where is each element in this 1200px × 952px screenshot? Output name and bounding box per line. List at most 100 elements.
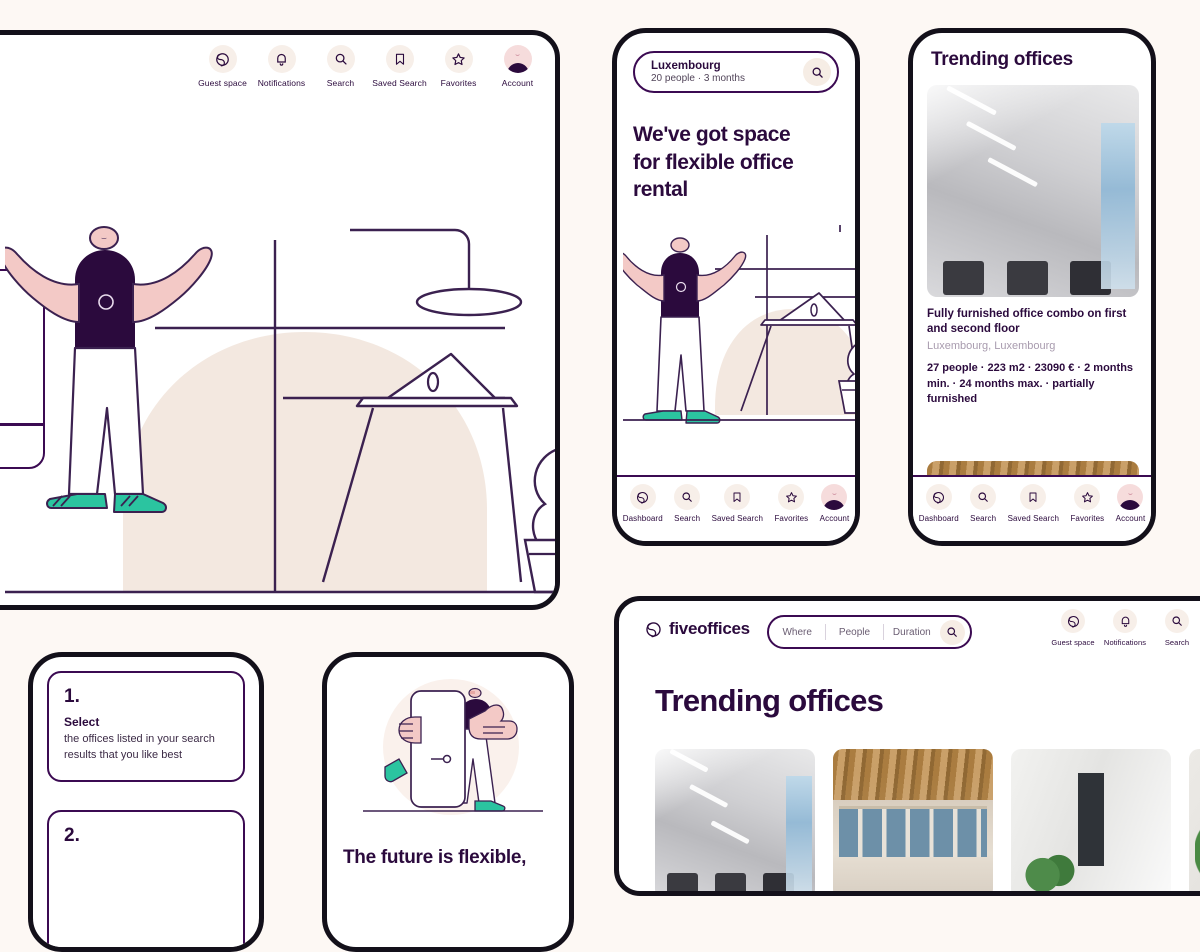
phone-trending-bottom-nav: Dashboard Search Saved Search Favorites [913,475,1151,541]
search-icon[interactable] [803,58,831,86]
nav-label: Guest space [1051,638,1095,647]
bookmark-icon [385,45,414,73]
nav-label: Search [674,514,701,523]
nav-label: Favorites [440,78,477,88]
brand[interactable]: fiveoffices [645,619,750,639]
phone-thumbsup-illustration [363,679,543,815]
svg-text:⌣: ⌣ [101,233,107,243]
nav-label: Search [1164,638,1190,647]
browser-topbar: fiveoffices Where People Duration Guest … [619,601,1200,667]
nav-label: Search [970,514,997,523]
nav-item-account[interactable]: ⌣ Account [488,45,547,88]
step-body: the offices listed in your search result… [64,733,215,761]
office-card-3[interactable] [1011,749,1171,891]
phone-hero-illustration [623,225,855,424]
bell-icon [267,45,296,73]
office-card-1[interactable] [655,749,815,891]
fiveoffices-logo-icon [645,621,662,638]
listing-photo[interactable] [927,85,1139,297]
tablet-nav: Guest space Notifications Search Saved S… [193,45,547,88]
browser-search-bar[interactable]: Where People Duration [767,615,972,649]
phone-flexible-mockup: The future is flexible, [322,652,574,952]
bottom-nav-account[interactable]: ⌣ Account [820,484,850,523]
mockup-stage: Duration Guest space Notifications [0,0,1200,952]
search-details: 20 people · 3 months [651,73,745,84]
hero-illustration: ⌣ [5,226,555,594]
nav-item-notifications[interactable]: Notifications [1099,609,1151,647]
flexible-headline: The future is flexible, [343,847,527,868]
listing-location: Luxembourg, Luxembourg [927,340,1056,353]
nav-label: Saved Search [1007,514,1060,523]
search-location: Luxembourg [651,60,721,72]
star-icon [778,484,805,510]
bookmark-icon [724,484,751,510]
bottom-nav-favorites[interactable]: Favorites [774,484,808,523]
bottom-nav-dashboard[interactable]: Dashboard [623,484,663,523]
nav-label: Search [326,78,355,88]
nav-label: Account [501,78,534,88]
search-icon[interactable] [939,619,965,645]
nav-label: Guest space [198,78,247,88]
listing-title: Fully furnished office combo on first an… [927,308,1127,336]
bottom-nav-search[interactable]: Search [674,484,701,523]
search-segment-people[interactable]: People [826,627,882,638]
browser-nav: Guest space Notifications Search [1047,609,1200,647]
nav-item-guest-space[interactable]: Guest space [1047,609,1099,647]
search-icon [970,484,997,510]
nav-label: Saved Search [711,514,764,523]
nav-label: Dashboard [622,514,663,523]
nav-label: Favorites [774,514,809,523]
guest-space-icon [629,484,656,510]
browser-page-title: Trending offices [655,683,884,718]
star-icon [1074,484,1101,510]
step-number: 1. [64,686,80,707]
nav-item-notifications[interactable]: Notifications [252,45,311,88]
step-card-2: 2. [47,810,245,947]
nav-item-search[interactable]: Search [1151,609,1200,647]
nav-item-favorites[interactable]: Favorites [429,45,488,88]
bottom-nav-saved-search[interactable]: Saved Search [712,484,763,523]
bookmark-icon [1020,484,1047,510]
phone-home-mockup: Luxembourg 20 people · 3 months We've go… [612,28,860,546]
bottom-nav-saved-search[interactable]: Saved Search [1008,484,1059,523]
avatar-icon: ⌣ [1117,484,1144,510]
tablet-topbar: Duration Guest space Notifications [0,35,555,115]
bottom-nav-search[interactable]: Search [970,484,997,523]
guest-space-icon [208,45,237,73]
nav-label: Dashboard [918,514,959,523]
nav-item-guest-space[interactable]: Guest space [193,45,252,88]
star-icon [444,45,473,73]
phone-search-bar[interactable]: Luxembourg 20 people · 3 months [633,51,839,93]
avatar-icon: ⌣ [503,45,532,73]
nav-item-saved-search[interactable]: Saved Search [370,45,429,88]
step-heading: Select [64,715,100,729]
avatar-icon: ⌣ [821,484,848,510]
step-card-1: 1. Select the offices listed in your sea… [47,671,245,782]
search-segment-where[interactable]: Where [769,627,825,638]
phone-bottom-nav: Dashboard Search Saved Search Favorites [617,475,855,541]
office-card-2[interactable] [833,749,993,891]
bottom-nav-dashboard[interactable]: Dashboard [919,484,959,523]
nav-label: Account [1115,514,1146,523]
trending-office-grid [655,749,1200,891]
guest-space-icon [925,484,952,510]
listing-meta: 27 people · 223 m2 · 23090 € · 2 months … [927,362,1134,405]
search-icon [326,45,355,73]
nav-item-search[interactable]: Search [311,45,370,88]
search-segment-duration[interactable]: Duration [884,627,940,638]
phone-steps-mockup: 1. Select the offices listed in your sea… [28,652,264,952]
tablet-hero-mockup: Duration Guest space Notifications [0,30,560,610]
nav-label: Notifications [1103,638,1147,647]
bell-icon [1113,609,1137,633]
bottom-nav-account[interactable]: ⌣ Account [1116,484,1146,523]
phone-trending-mockup: Trending offices Fully furnished office … [908,28,1156,546]
nav-label: Favorites [1070,514,1105,523]
phone-headline: We've got space for flexible office rent… [633,123,794,202]
brand-name: fiveoffices [669,619,750,638]
search-icon [1165,609,1189,633]
trending-title: Trending offices [931,49,1073,70]
office-card-4[interactable] [1189,749,1200,891]
nav-label: Notifications [257,78,306,88]
listing-info: Fully furnished office combo on first an… [927,307,1143,407]
bottom-nav-favorites[interactable]: Favorites [1070,484,1104,523]
